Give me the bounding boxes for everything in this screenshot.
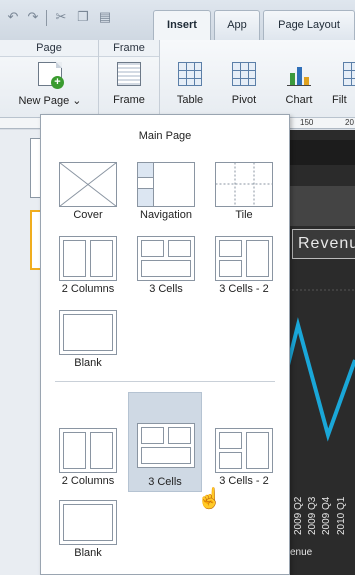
option-label: 2 Columns (61, 475, 115, 487)
main-option-2-columns[interactable]: 2 Columns (51, 231, 125, 301)
toolbar-separator (46, 10, 47, 26)
option-label: Tile (235, 209, 253, 221)
table-icon (178, 62, 202, 86)
three-cells-2-layout-icon (215, 236, 273, 281)
sub-option-3-cells[interactable]: 3 Cells (128, 392, 202, 492)
sub-option-3-cells-2[interactable]: 3 Cells - 2 (207, 423, 281, 493)
main-option-blank[interactable]: Blank (51, 305, 125, 375)
copy-icon[interactable]: ❐ (76, 10, 90, 24)
paste-icon[interactable]: ▤ (98, 10, 112, 24)
filter-icon (343, 62, 355, 86)
new-page-button[interactable]: + New Page ⌄ (14, 60, 86, 116)
option-label: Navigation (140, 209, 192, 221)
filter-label: Filt (332, 94, 347, 106)
sub-option-2-columns[interactable]: 2 Columns (51, 423, 125, 493)
filter-button[interactable]: Filt (332, 60, 355, 116)
group-separator (159, 40, 160, 116)
option-label: Blank (74, 547, 102, 559)
x-axis-label: 2010 Q1 (336, 496, 347, 535)
cover-layout-icon (59, 162, 117, 207)
pivot-icon (232, 62, 256, 86)
frame-button[interactable]: Frame (106, 60, 152, 116)
pivot-button[interactable]: Pivot (222, 60, 266, 116)
frame-icon (117, 62, 141, 86)
two-columns-layout-icon (59, 428, 117, 473)
main-option-tile[interactable]: Tile (207, 157, 281, 227)
main-page-heading: Main Page (138, 130, 192, 142)
ribbon: Page Frame + New Page ⌄ Frame Table Pivo… (0, 40, 355, 118)
tab-app[interactable]: App (214, 10, 260, 40)
revenue-series-line (286, 317, 355, 442)
ribbon-tabs: Insert App Page Layout (150, 0, 355, 41)
three-cells-layout-icon (137, 423, 195, 468)
group-page-label: Page (0, 40, 98, 57)
hand-pointer-icon: ☝ (197, 488, 222, 510)
new-page-label: New Page ⌄ (18, 95, 82, 107)
main-option-3-cells-2[interactable]: 3 Cells - 2 (207, 231, 281, 301)
main-option-3-cells[interactable]: 3 Cells (129, 231, 203, 301)
blank-layout-icon (59, 310, 117, 355)
option-label: 3 Cells - 2 (219, 283, 269, 295)
new-page-icon: + (38, 62, 64, 89)
redo-icon[interactable]: ↷ (26, 10, 40, 24)
menu-divider (55, 381, 275, 382)
pivot-label: Pivot (231, 94, 257, 106)
new-page-dropdown: Main Page Cover Navigation Tile 2 Column… (40, 114, 290, 575)
navigation-layout-icon (137, 162, 195, 207)
option-label: 3 Cells (148, 476, 182, 488)
undo-icon[interactable]: ↶ (6, 10, 20, 24)
chart-icon (287, 62, 311, 86)
sub-option-blank[interactable]: Blank (51, 495, 125, 565)
group-frame-label: Frame (99, 40, 159, 57)
tab-insert[interactable]: Insert (153, 10, 211, 41)
x-axis-label: 2009 Q3 (307, 496, 318, 535)
two-columns-layout-icon (59, 236, 117, 281)
three-cells-2-layout-icon (215, 428, 273, 473)
option-label: Cover (73, 209, 103, 221)
plus-icon: + (51, 76, 64, 89)
ruler-tick: 20 (345, 118, 354, 127)
three-cells-layout-icon (137, 236, 195, 281)
revenue-line-chart (284, 289, 355, 442)
ruler-tick: 150 (300, 118, 314, 127)
x-axis-label: 2009 Q4 (321, 496, 332, 535)
quick-access-toolbar: ↶ ↷ ✂ ❐ ▤ (0, 0, 160, 40)
option-label: 2 Columns (61, 283, 115, 295)
main-option-cover[interactable]: Cover (51, 157, 125, 227)
main-option-navigation[interactable]: Navigation (129, 157, 203, 227)
revenue-title: Revenu (292, 229, 355, 259)
tab-page-layout[interactable]: Page Layout (263, 10, 355, 40)
blank-layout-icon (59, 500, 117, 545)
option-label: Blank (74, 357, 102, 369)
chart-label: Chart (285, 94, 313, 106)
frame-label: Frame (113, 94, 145, 106)
cut-icon[interactable]: ✂ (54, 10, 68, 24)
table-label: Table (176, 94, 204, 106)
tile-layout-icon (215, 162, 273, 207)
option-label: 3 Cells (149, 283, 183, 295)
chart-button[interactable]: Chart (277, 60, 321, 116)
table-button[interactable]: Table (168, 60, 212, 116)
x-axis-label: 2009 Q2 (293, 496, 304, 535)
